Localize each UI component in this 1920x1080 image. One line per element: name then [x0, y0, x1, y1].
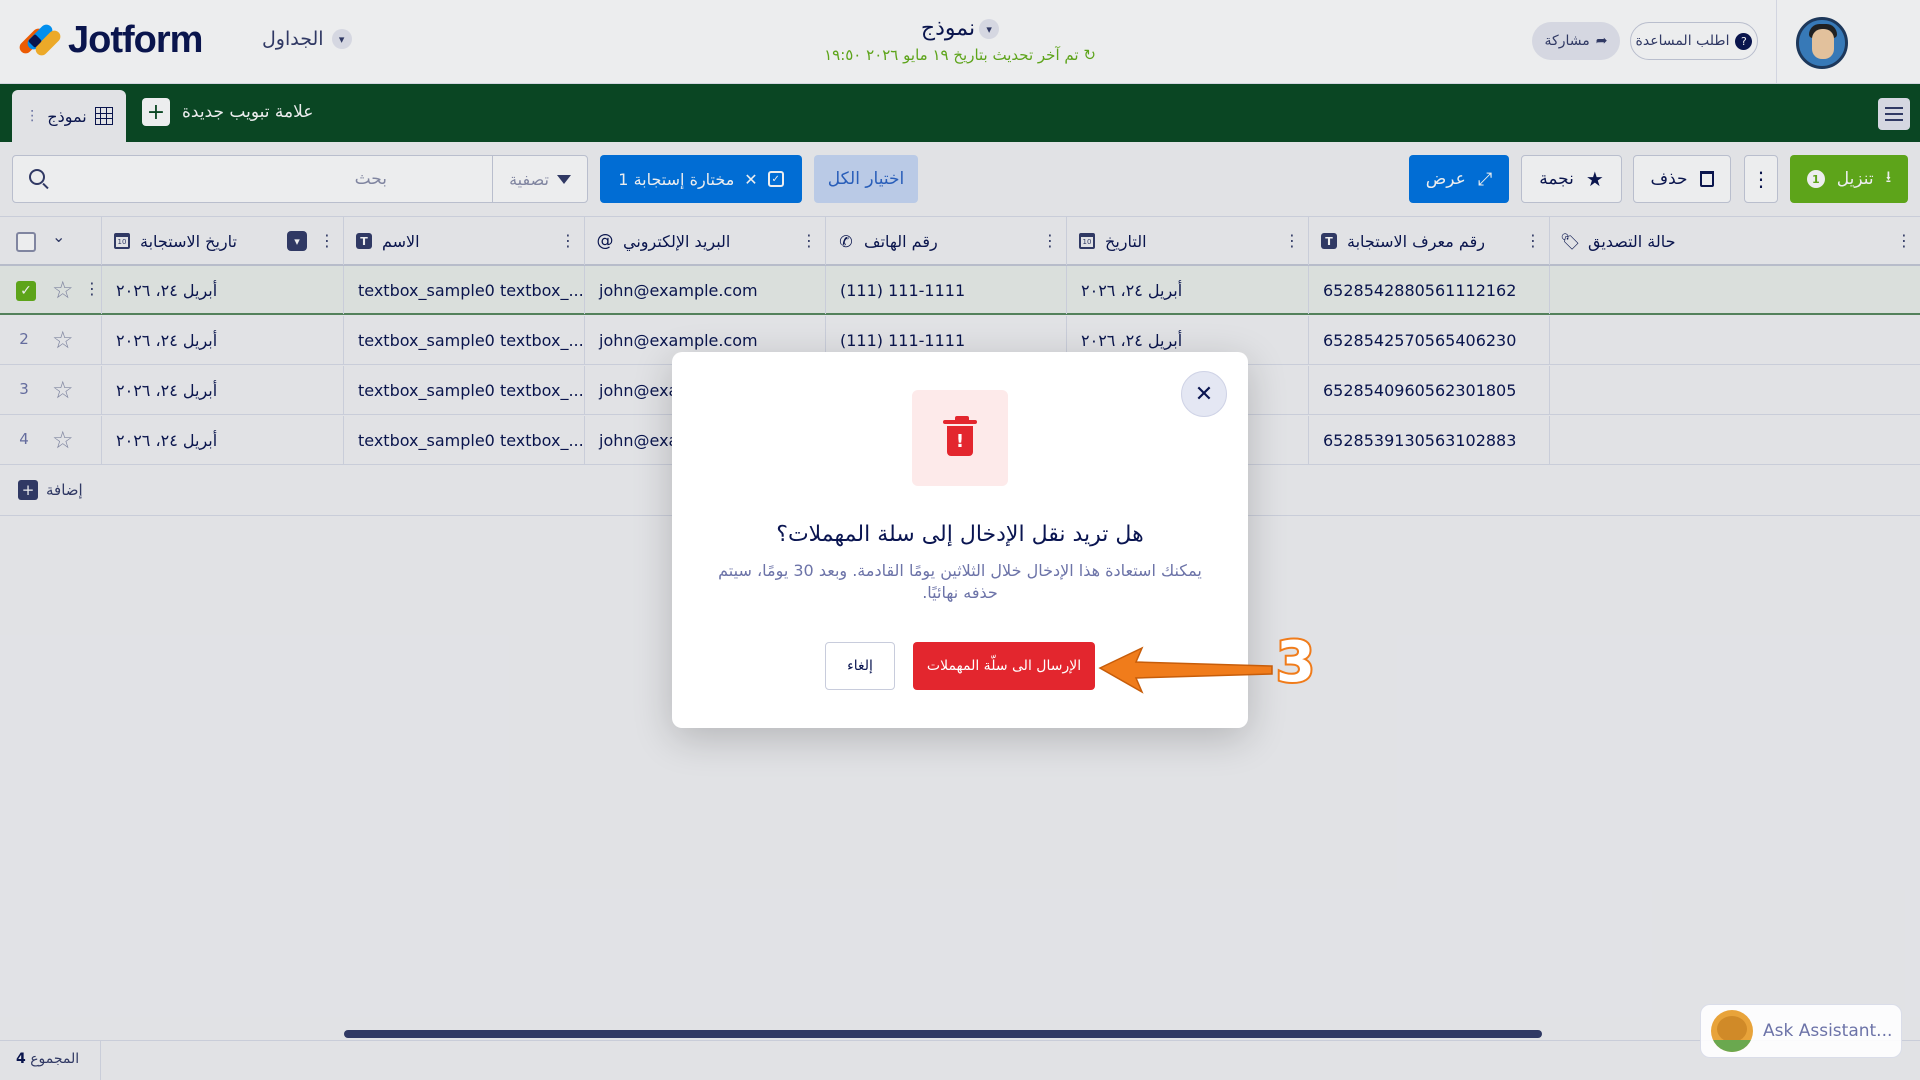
- cancel-label: إلغاء: [847, 658, 873, 674]
- annotation-step-number: 3: [1274, 628, 1317, 697]
- assistant-cat-icon: [1711, 1010, 1753, 1052]
- trash-warning-icon: !: [943, 416, 977, 456]
- close-dialog-button[interactable]: ✕: [1181, 371, 1227, 417]
- cancel-button[interactable]: إلغاء: [825, 642, 895, 690]
- ask-assistant-button[interactable]: Ask Assistant...: [1700, 1004, 1902, 1058]
- dialog-title: هل تريد نقل الإدخال إلى سلة المهملات؟: [776, 522, 1144, 547]
- close-icon: ✕: [1194, 381, 1214, 407]
- trash-warning-badge: !: [912, 390, 1008, 486]
- assistant-label: Ask Assistant...: [1763, 1021, 1893, 1041]
- send-to-trash-label: الإرسال الى سلّة المهملات: [926, 658, 1082, 674]
- dialog-description: يمكنك استعادة هذا الإدخال خلال الثلاثين …: [718, 561, 1202, 602]
- send-to-trash-button[interactable]: الإرسال الى سلّة المهملات: [913, 642, 1095, 690]
